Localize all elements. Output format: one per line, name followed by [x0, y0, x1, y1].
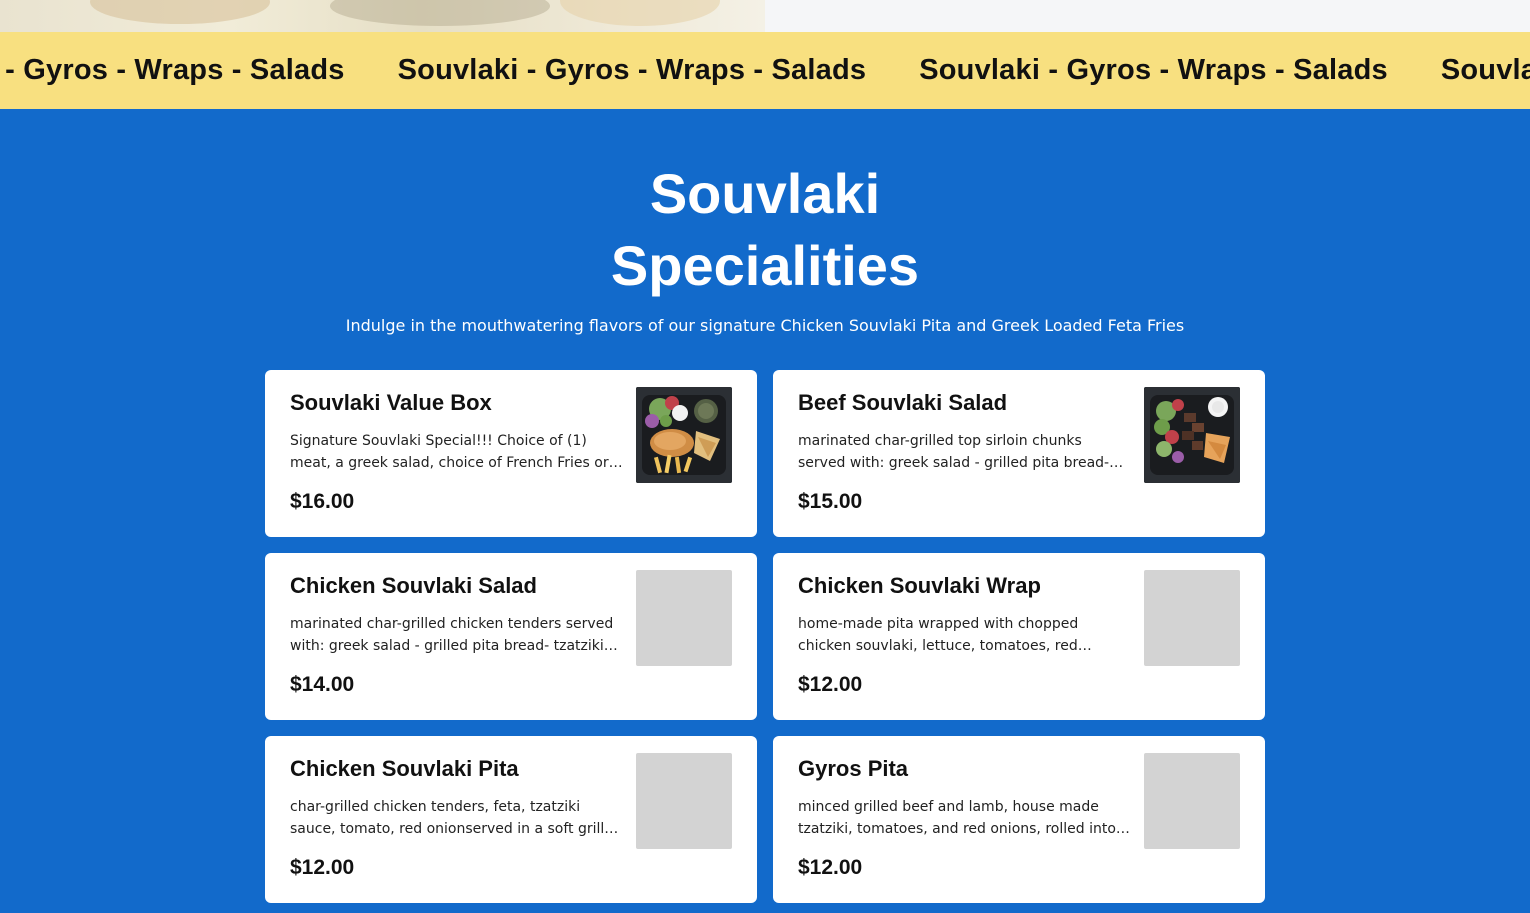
- header-blank-area: [765, 0, 1530, 32]
- section-title-line1: Souvlaki: [649, 162, 881, 225]
- marquee-item: Souvlaki - Gyros - Wraps - Salads: [0, 54, 345, 86]
- section-subtitle: Indulge in the mouthwatering flavors of …: [345, 316, 1185, 335]
- menu-item-card[interactable]: Chicken Souvlaki Pita char-grilled chick…: [265, 736, 757, 903]
- menu-item-card[interactable]: Gyros Pita minced grilled beef and lamb,…: [773, 736, 1265, 903]
- menu-item-price: $15.00: [798, 490, 863, 513]
- marquee-item: Souvlaki - Gyros - Wraps - Salads: [919, 54, 1388, 86]
- menu-item-price: $16.00: [290, 490, 355, 513]
- menu-item-image-placeholder: [636, 753, 732, 849]
- category-marquee: Souvlaki - Gyros - Wraps - Salads Souvla…: [0, 32, 1530, 109]
- menu-item-name: Chicken Souvlaki Wrap: [798, 573, 1041, 598]
- menu-item-description: minced grilled beef and lamb, house made…: [798, 799, 1129, 837]
- menu-item-description: marinated char-grilled top sirloin chunk…: [798, 433, 1110, 471]
- menu-item-name: Gyros Pita: [798, 756, 909, 781]
- menu-item-price: $12.00: [798, 856, 863, 879]
- souvlaki-value-box-photo: [636, 387, 732, 483]
- menu-item-price: $12.00: [290, 856, 355, 879]
- menu-item-card[interactable]: Beef Souvlaki Salad marinated char-grill…: [773, 370, 1265, 537]
- marquee-track: Souvlaki - Gyros - Wraps - Salads Souvla…: [0, 32, 1530, 109]
- menu-item-image-placeholder: [1144, 570, 1240, 666]
- menu-item-price: $12.00: [798, 673, 863, 696]
- menu-item-description: char-grilled chicken tenders, feta, tzat…: [290, 799, 622, 837]
- menu-item-card[interactable]: Souvlaki Value Box Signature Souvlaki Sp…: [265, 370, 757, 537]
- menu-item-description: marinated char-grilled chicken tenders s…: [290, 616, 614, 654]
- menu-item-price: $14.00: [290, 673, 355, 696]
- menu-item-description: home-made pita wrapped with chopped chic…: [798, 616, 1079, 654]
- menu-item-image-placeholder: [636, 570, 732, 666]
- menu-grid: Souvlaki Value Box Signature Souvlaki Sp…: [265, 370, 1265, 903]
- menu-item-description: Signature Souvlaki Special!!! Choice of …: [290, 433, 609, 471]
- menu-item-image-placeholder: [1144, 753, 1240, 849]
- menu-item-name: Chicken Souvlaki Pita: [290, 756, 519, 781]
- menu-item-card[interactable]: Chicken Souvlaki Wrap home-made pita wra…: [773, 553, 1265, 720]
- beef-souvlaki-salad-photo: [1144, 387, 1240, 483]
- section-title-line2: Specialities: [610, 234, 920, 297]
- menu-item-name: Beef Souvlaki Salad: [798, 390, 1008, 415]
- menu-item-card[interactable]: Chicken Souvlaki Salad marinated char-gr…: [265, 553, 757, 720]
- menu-item-name: Chicken Souvlaki Salad: [290, 573, 537, 598]
- marquee-item: Souvlaki - Gyros - Wraps - Salads: [1440, 54, 1530, 86]
- section-title: Souvlaki Specialities: [0, 158, 1530, 302]
- hero-image: [0, 0, 765, 32]
- marquee-item: Souvlaki - Gyros - Wraps - Salads: [397, 54, 867, 86]
- header-strip: [0, 0, 1530, 32]
- menu-item-name: Souvlaki Value Box: [290, 390, 492, 415]
